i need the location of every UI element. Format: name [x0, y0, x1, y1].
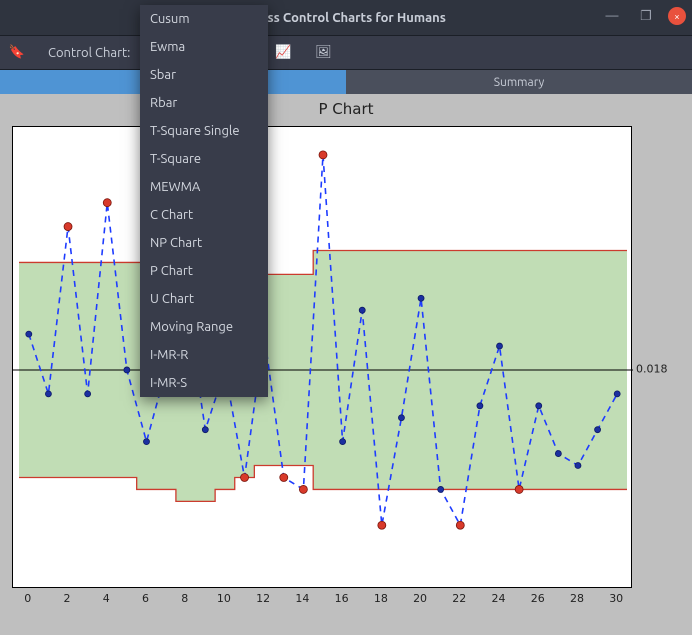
x-tick-label: 30	[609, 592, 623, 605]
dropdown-item[interactable]: MEWMA	[140, 173, 268, 201]
x-tick-label: 12	[256, 592, 270, 605]
x-tick-label: 6	[142, 592, 149, 605]
dropdown-item[interactable]: C Chart	[140, 201, 268, 229]
control-chart-dropdown[interactable]: CusumEwmaSbarRbarT-Square SingleT-Square…	[140, 5, 268, 397]
chart-title: P Chart	[0, 100, 692, 118]
close-button[interactable]: ×	[668, 7, 686, 25]
x-tick-label: 28	[570, 592, 584, 605]
x-tick-label: 20	[413, 592, 427, 605]
dropdown-item[interactable]: T-Square	[140, 145, 268, 173]
tabs: Chart Summary	[0, 70, 692, 94]
toolbar: 🔖 Control Chart: 📈 🖼	[0, 36, 692, 70]
x-tick-label: 18	[374, 592, 388, 605]
x-tick-label: 8	[181, 592, 188, 605]
window-title: ocess Control Charts for Humans	[246, 11, 446, 25]
image-export-icon[interactable]: 🖼	[314, 45, 332, 60]
dropdown-item[interactable]: I-MR-R	[140, 341, 268, 369]
x-tick-label: 22	[452, 592, 466, 605]
dropdown-item[interactable]: Sbar	[140, 61, 268, 89]
center-line-label: 0.018	[636, 362, 668, 375]
minimize-button[interactable]: —	[600, 4, 624, 28]
x-tick-label: 4	[103, 592, 110, 605]
x-tick-label: 24	[492, 592, 506, 605]
x-tick-label: 16	[335, 592, 349, 605]
x-tick-label: 10	[217, 592, 231, 605]
x-tick-label: 14	[295, 592, 309, 605]
x-tick-label: 26	[531, 592, 545, 605]
titlebar: ocess Control Charts for Humans — ❐ ×	[0, 0, 692, 36]
dropdown-item[interactable]: Cusum	[140, 5, 268, 33]
control-chart-label: Control Chart:	[48, 46, 130, 60]
plot-svg	[13, 127, 633, 589]
dropdown-item[interactable]: T-Square Single	[140, 117, 268, 145]
bookmark-icon[interactable]: 🔖	[8, 45, 26, 60]
tab-summary[interactable]: Summary	[346, 70, 692, 94]
dropdown-item[interactable]: NP Chart	[140, 229, 268, 257]
maximize-button[interactable]: ❐	[634, 4, 658, 28]
dropdown-item[interactable]: Ewma	[140, 33, 268, 61]
x-tick-label: 0	[24, 592, 31, 605]
window-controls: — ❐ ×	[600, 4, 686, 28]
plot-frame	[12, 126, 632, 588]
chart-type-icon[interactable]: 📈	[274, 45, 292, 60]
x-axis-ticks: 024681012141618202224262830	[12, 592, 632, 610]
dropdown-item[interactable]: I-MR-S	[140, 369, 268, 397]
x-tick-label: 2	[64, 592, 71, 605]
dropdown-item[interactable]: Rbar	[140, 89, 268, 117]
chart-area: P Chart 024681012141618202224262830 0.01…	[0, 94, 692, 635]
dropdown-item[interactable]: U Chart	[140, 285, 268, 313]
dropdown-item[interactable]: P Chart	[140, 257, 268, 285]
dropdown-item[interactable]: Moving Range	[140, 313, 268, 341]
